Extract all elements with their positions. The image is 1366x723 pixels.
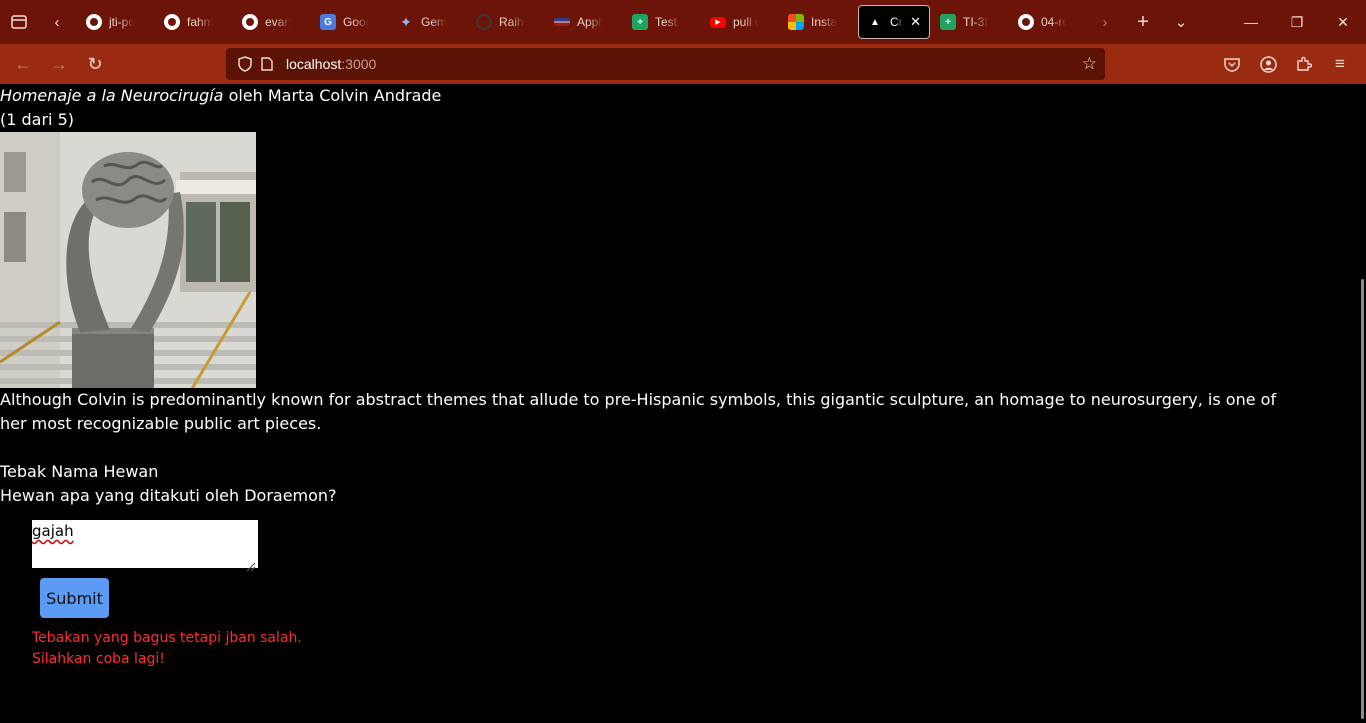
tab-strip: jti-po fahmi evanf G Googl ✦ Gemin Raiha Apply + T… [76, 5, 1086, 39]
minimize-icon[interactable]: — [1228, 0, 1274, 44]
sheets-icon: + [632, 14, 648, 30]
tab-title: fahmi [187, 15, 213, 29]
github-icon [242, 14, 258, 30]
browser-tab[interactable]: jti-po [78, 5, 154, 39]
quiz-title: Tebak Nama Hewan [0, 462, 159, 481]
gemini-icon: ✦ [400, 13, 412, 30]
menu-hamburger-icon[interactable]: ≡ [1322, 46, 1358, 82]
navigation-bar: ← → ↻ localhost:3000 ☆ ≡ [0, 44, 1366, 84]
new-tab-icon[interactable]: + [1124, 0, 1162, 44]
url-bar[interactable]: localhost:3000 ☆ [226, 48, 1105, 80]
browser-tab[interactable]: Install [780, 5, 856, 39]
browser-tab[interactable]: ▲ Cre ✕ [858, 5, 930, 39]
tab-title: Apply [577, 15, 603, 29]
tab-title: 04-re [1041, 15, 1067, 29]
tab-scroll-left-icon[interactable]: ‹ [38, 0, 76, 44]
tab-bar: ‹ jti-po fahmi evanf G Googl ✦ Gemin Raiha Apply… [0, 0, 1366, 44]
browser-tab[interactable]: Apply [546, 5, 622, 39]
submit-button[interactable]: Submit [40, 578, 109, 618]
youtube-icon: ▶ [710, 16, 726, 28]
browser-tab[interactable]: Raiha [468, 5, 544, 39]
close-window-icon[interactable]: ✕ [1320, 0, 1366, 44]
toolbar-right: ≡ [1214, 46, 1358, 82]
artwork-heading: Homenaje a la Neurocirugía oleh Marta Co… [0, 84, 1360, 108]
error-message: Tebakan yang bagus tetapi jban salah. Si… [32, 628, 332, 670]
page-info-icon[interactable] [256, 57, 278, 71]
reload-icon[interactable]: ↻ [77, 46, 113, 82]
url-host: localhost [286, 56, 342, 72]
github-icon [164, 14, 180, 30]
restore-icon[interactable]: ❐ [1274, 0, 1320, 44]
firefox-view-icon[interactable] [0, 0, 38, 44]
browser-tab[interactable]: G Googl [312, 5, 388, 39]
quiz-question: Hewan apa yang ditakuti oleh Doraemon? [0, 486, 337, 505]
artwork-title: Homenaje a la Neurocirugía [0, 86, 224, 105]
extensions-icon[interactable] [1286, 46, 1322, 82]
tab-title: jti-po [109, 15, 135, 29]
list-all-tabs-icon[interactable]: ⌄ [1162, 0, 1200, 44]
artwork-description: Although Colvin is predominantly known f… [0, 390, 1277, 433]
answer-textarea[interactable]: gajah [32, 520, 258, 568]
browser-tab[interactable]: fahmi [156, 5, 232, 39]
tab-title: evanf [265, 15, 291, 29]
pocket-icon[interactable] [1214, 46, 1250, 82]
forward-arrow-icon[interactable]: → [41, 46, 77, 82]
tab-title: Raiha [499, 15, 525, 29]
microsoft-icon [788, 14, 804, 30]
browser-tab[interactable]: + TI-3I - [932, 5, 1008, 39]
scrollbar-thumb[interactable] [1361, 279, 1364, 719]
tab-title: TI-3I - [963, 15, 989, 29]
circle-icon [476, 14, 492, 30]
image-counter: (1 dari 5) [0, 110, 74, 129]
tab-title: Gemin [421, 15, 447, 29]
browser-tab[interactable]: 04-re [1010, 5, 1086, 39]
github-icon [1018, 14, 1034, 30]
url-port: :3000 [341, 56, 377, 72]
browser-tab[interactable]: ✦ Gemin [390, 5, 466, 39]
page-scrollbar[interactable] [1360, 84, 1366, 723]
flag-icon [554, 18, 570, 26]
tab-title: Googl [343, 15, 369, 29]
sheets-icon: + [940, 14, 956, 30]
browser-tab[interactable]: evanf [234, 5, 310, 39]
sculpture-image [0, 132, 256, 388]
back-arrow-icon[interactable]: ← [5, 46, 41, 82]
github-icon [86, 14, 102, 30]
error-line-1: Tebakan yang bagus tetapi jban salah. [32, 630, 302, 646]
browser-tab[interactable]: + Test S [624, 5, 700, 39]
close-tab-icon[interactable]: ✕ [910, 14, 921, 30]
error-line-2: Silahkan coba lagi! [32, 651, 165, 667]
google-translate-icon: G [320, 14, 336, 30]
tab-title: Install [811, 15, 837, 29]
bookmark-star-icon[interactable]: ☆ [1082, 54, 1097, 74]
vercel-icon: ▲ [870, 16, 880, 28]
browser-tab[interactable]: ▶ pull d [702, 5, 778, 39]
tab-scroll-right-icon[interactable]: › [1086, 0, 1124, 44]
account-icon[interactable] [1250, 46, 1286, 82]
tab-title: Test S [655, 15, 681, 29]
resize-grip-icon[interactable] [244, 560, 256, 572]
url-text[interactable]: localhost:3000 [286, 56, 376, 72]
tab-title: pull d [733, 15, 759, 29]
shield-icon[interactable] [234, 56, 256, 72]
tab-title: Cre [890, 15, 903, 29]
artist-name: oleh Marta Colvin Andrade [223, 86, 442, 105]
page-content: Homenaje a la Neurocirugía oleh Marta Co… [0, 84, 1360, 723]
